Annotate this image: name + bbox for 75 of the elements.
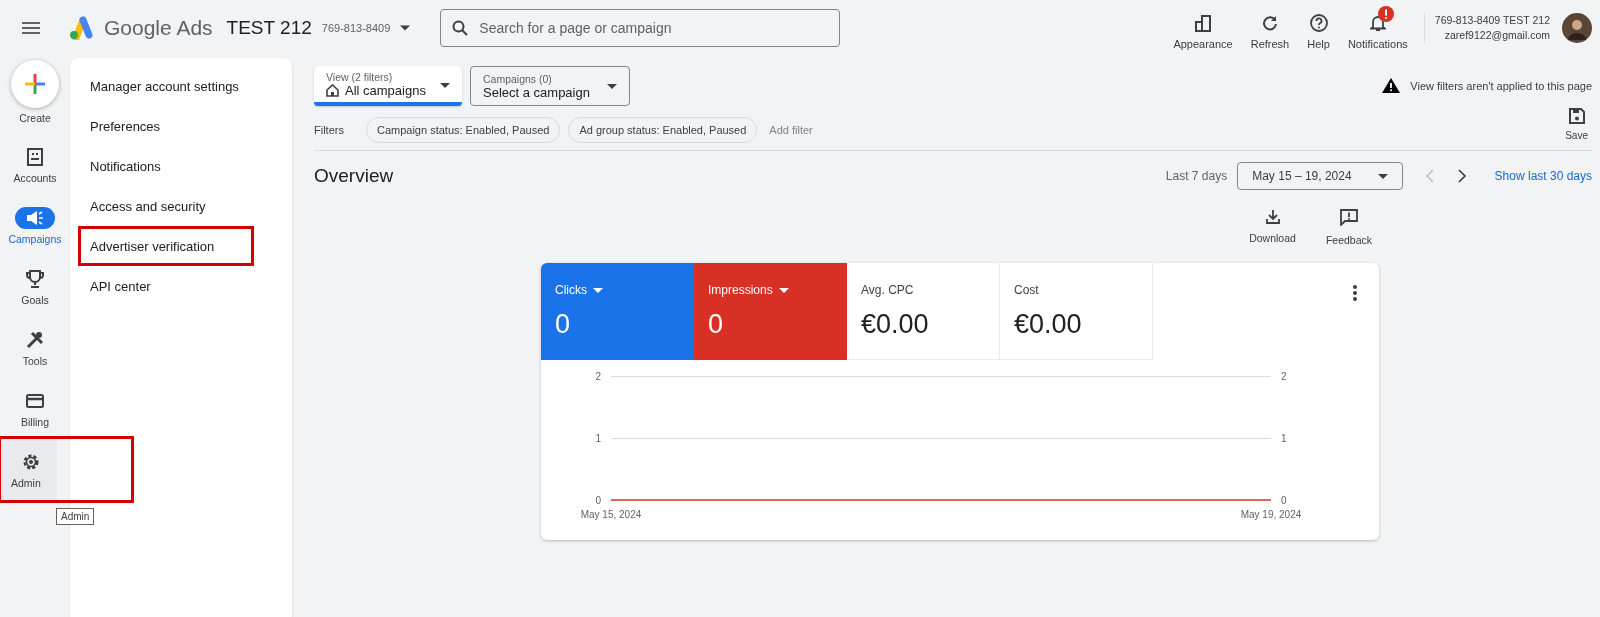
menu-item[interactable]: Manager account settings [70,66,292,106]
caret-icon [778,287,789,293]
notifications-button[interactable]: Notifications [1341,6,1414,50]
product-name: Google Ads [104,16,213,40]
menu-item[interactable]: Preferences [70,106,292,146]
axis-label: 1 [595,433,601,444]
account-label: 769-813-8409 TEST 212 [1434,13,1550,28]
menu-icon[interactable] [22,22,40,34]
view-dropdown[interactable]: View (2 filters) All campaigns [314,66,462,106]
download-button[interactable]: Download [1249,209,1296,263]
metric-tile[interactable]: Avg. CPC €0.00 [847,263,1000,360]
next-icon[interactable] [1457,169,1467,183]
create-button[interactable] [11,60,59,108]
nav-item[interactable]: Billing [3,378,67,439]
plus-icon [23,72,47,96]
feedback-button[interactable]: Feedback [1325,209,1372,263]
feedback-icon [1339,209,1358,226]
metric-tile[interactable]: Impressions 0 [694,263,847,360]
range-label: Last 7 days [1165,169,1228,183]
nav-item[interactable]: Goals [3,256,67,317]
filters-label: Filters [314,124,344,136]
credit-card-icon [26,393,44,408]
menu-item[interactable]: Access and security [70,186,292,226]
accounts-icon [27,147,43,166]
megaphone-icon [26,210,44,225]
axis-label: May 15, 2024 [580,509,642,520]
avatar[interactable] [1562,13,1592,43]
caret-icon [1377,173,1388,179]
tooltip: Admin [56,508,95,525]
chart-icon [1194,14,1213,32]
axis-label: May 19, 2024 [1240,509,1302,520]
show-last-30-days-link[interactable]: Show last 30 days [1494,169,1592,183]
save-button[interactable]: Save [1565,107,1588,141]
home-icon [326,83,339,97]
download-icon [1265,209,1280,224]
account-id: 769-813-8409 [321,22,391,34]
axis-label: 0 [595,495,601,506]
help-icon [1309,14,1328,32]
menu-item[interactable]: API center [70,266,292,306]
axis-label: 2 [1281,371,1287,382]
help-button[interactable]: Help [1301,6,1336,50]
menu-item[interactable]: Advertiser verification [78,226,254,266]
search-field[interactable]: Search for a page or campaign [440,9,841,47]
caret-icon [440,83,450,88]
notice-text: View filters aren't applied to this page [1410,79,1592,92]
user-email: zaref9122@gmail.com [1444,28,1550,43]
campaign-dropdown[interactable]: Campaigns (0) Select a campaign [470,66,630,106]
caret-icon [607,84,617,89]
nav-item[interactable]: Accounts [3,134,67,195]
metric-tile[interactable]: Clicks 0 [541,263,694,360]
caret-icon[interactable] [400,25,411,31]
nav-item[interactable]: Campaigns [3,195,67,256]
create-label: Create [19,112,51,124]
warning-icon [1382,78,1401,93]
axis-label: 0 [1281,495,1287,506]
page-title: Overview [314,165,394,187]
axis-label: 2 [595,371,601,382]
search-icon [452,20,469,36]
metric-tile[interactable]: Cost €0.00 [1000,263,1153,360]
bell-icon [1369,14,1386,32]
nav-item[interactable]: Tools [3,317,67,378]
appearance-button[interactable]: Appearance [1167,6,1239,50]
account-name: TEST 212 [226,17,312,39]
more-options-icon[interactable] [1353,285,1357,301]
save-icon [1568,107,1585,124]
logo-icon [68,16,94,40]
axis-label: 1 [1281,433,1287,444]
refresh-icon [1262,15,1278,31]
trophy-icon [26,269,44,288]
refresh-button[interactable]: Refresh [1244,6,1296,50]
caret-icon [593,287,603,293]
nav-item[interactable]: Admin [1,439,131,500]
menu-item[interactable]: Notifications [70,146,292,186]
settings-icon [22,452,40,471]
date-range-dropdown[interactable]: May 15 – 19, 2024 [1237,162,1403,190]
